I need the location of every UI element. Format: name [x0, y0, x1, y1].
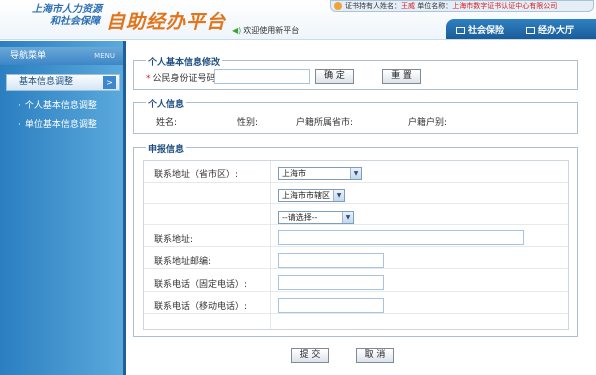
grid-divider — [144, 182, 568, 183]
sidebar-group-label: 基本信息调整 — [19, 77, 74, 87]
district-value: 上海市市辖区 — [282, 191, 330, 200]
chevron-down-icon: ▼ — [333, 190, 344, 201]
user-icon — [334, 2, 342, 10]
confirm-button[interactable]: 确 定 — [315, 69, 354, 84]
section-declare: 申报信息 联系地址（省市区）: 上海市 ▼ 上海市市辖区 ▼ --请选择-- ▼ 联系… — [133, 142, 578, 337]
id-number-input[interactable] — [214, 69, 310, 84]
grid-divider — [144, 313, 568, 314]
section-modify: 个人基本信息修改 * 公民身份证号码: 确 定 重 置 — [133, 55, 578, 90]
sidebar-title-label: 导航菜单 — [10, 51, 47, 61]
sidebar: 导航菜单 MENU 基本信息调整 > 个人基本信息调整 单位基本信息调整 — [0, 41, 126, 375]
phone-fixed-label: 联系电话（固定电话）: — [154, 280, 248, 290]
address-label: 联系地址: — [154, 235, 194, 245]
grid-divider — [144, 246, 568, 247]
grid-divider — [144, 268, 568, 269]
reset-button[interactable]: 重 置 — [382, 69, 421, 84]
phone-mobile-label: 联系电话（移动电话）: — [154, 302, 248, 312]
county-value: --请选择-- — [282, 213, 318, 222]
sidebar-item-unit-info[interactable]: 单位基本信息调整 — [18, 117, 97, 130]
welcome-text: ◀) 欢迎使用新平台 — [232, 25, 299, 36]
section-declare-title: 申报信息 — [146, 142, 187, 155]
section-modify-title: 个人基本信息修改 — [146, 55, 223, 68]
hukou-type-label: 户籍户别: — [408, 118, 448, 128]
phone-fixed-input[interactable] — [278, 275, 384, 290]
section-personal-title: 个人信息 — [146, 97, 187, 110]
nav-service-hall[interactable]: 经办大厅 — [526, 23, 574, 36]
logo-line1: 上海市人力资源 — [32, 4, 102, 15]
declare-form-grid: 联系地址（省市区）: 上海市 ▼ 上海市市辖区 ▼ --请选择-- ▼ 联系地址: 联… — [143, 160, 569, 330]
grid-divider — [144, 291, 568, 292]
logo-line2: 和社会保障 — [50, 16, 100, 27]
grid-divider — [144, 203, 568, 204]
chevron-down-icon: ▼ — [350, 168, 361, 179]
unit-prefix: 单位名称： — [417, 2, 453, 10]
province-value: 上海市 — [282, 169, 306, 178]
cert-prefix: 证书持有人姓名： — [345, 2, 401, 10]
nav-social-insurance-label: 社会保险 — [468, 26, 505, 36]
address-region-label: 联系地址（省市区）: — [154, 170, 239, 180]
sidebar-menu-tag: MENU — [94, 52, 115, 60]
grid-divider — [270, 161, 271, 329]
welcome-label: 欢迎使用新平台 — [243, 26, 300, 35]
cert-bar: 证书持有人姓名：王威 单位名称：上海市数字证书认证中心有限公司 — [330, 0, 594, 12]
gender-label: 性别: — [237, 118, 259, 128]
sidebar-group-basic-info[interactable]: 基本信息调整 > — [6, 74, 120, 91]
top-nav: 社会保险 经办大厅 — [446, 19, 596, 39]
nav-social-insurance[interactable]: 社会保险 — [456, 23, 504, 36]
logo: 上海市人力资源 和社会保障 — [30, 4, 102, 28]
name-label: 姓名: — [156, 118, 178, 128]
unit-name: 上海市数字证书认证中心有限公司 — [452, 2, 558, 10]
id-number-label-text: 公民身份证号码: — [152, 74, 219, 84]
speaker-icon: ◀) — [232, 26, 242, 35]
postcode-input[interactable] — [278, 253, 384, 268]
chevron-right-icon: > — [103, 76, 116, 89]
grid-divider — [144, 224, 568, 225]
hukou-city-label: 户籍所属省市: — [296, 118, 354, 128]
phone-mobile-input[interactable] — [278, 298, 384, 313]
header: 上海市人力资源 和社会保障 自助经办平台 ◀) 欢迎使用新平台 证书持有人姓名：王… — [0, 0, 596, 40]
section-personal: 个人信息 姓名: 性别: 户籍所属省市: 户籍户别: — [133, 97, 578, 134]
submit-button[interactable]: 提 交 — [291, 348, 329, 363]
postcode-label: 联系地址邮编: — [154, 257, 212, 267]
sidebar-item-personal-info[interactable]: 个人基本信息调整 — [18, 98, 97, 111]
sidebar-title: 导航菜单 MENU — [0, 47, 123, 65]
district-select[interactable]: 上海市市辖区 ▼ — [278, 189, 345, 202]
id-number-label: * 公民身份证号码: — [146, 71, 219, 84]
nav-service-hall-label: 经办大厅 — [538, 26, 575, 36]
address-input[interactable] — [278, 230, 524, 245]
cert-name: 王威 — [401, 2, 415, 10]
county-select[interactable]: --请选择-- ▼ — [278, 211, 354, 224]
province-select[interactable]: 上海市 ▼ — [278, 167, 362, 180]
insurance-icon — [456, 27, 465, 34]
hall-icon — [526, 27, 535, 34]
required-mark: * — [146, 74, 151, 84]
cancel-button[interactable]: 取 消 — [356, 348, 394, 363]
brand-title: 自助经办平台 — [106, 11, 227, 33]
chevron-down-icon: ▼ — [342, 212, 353, 223]
